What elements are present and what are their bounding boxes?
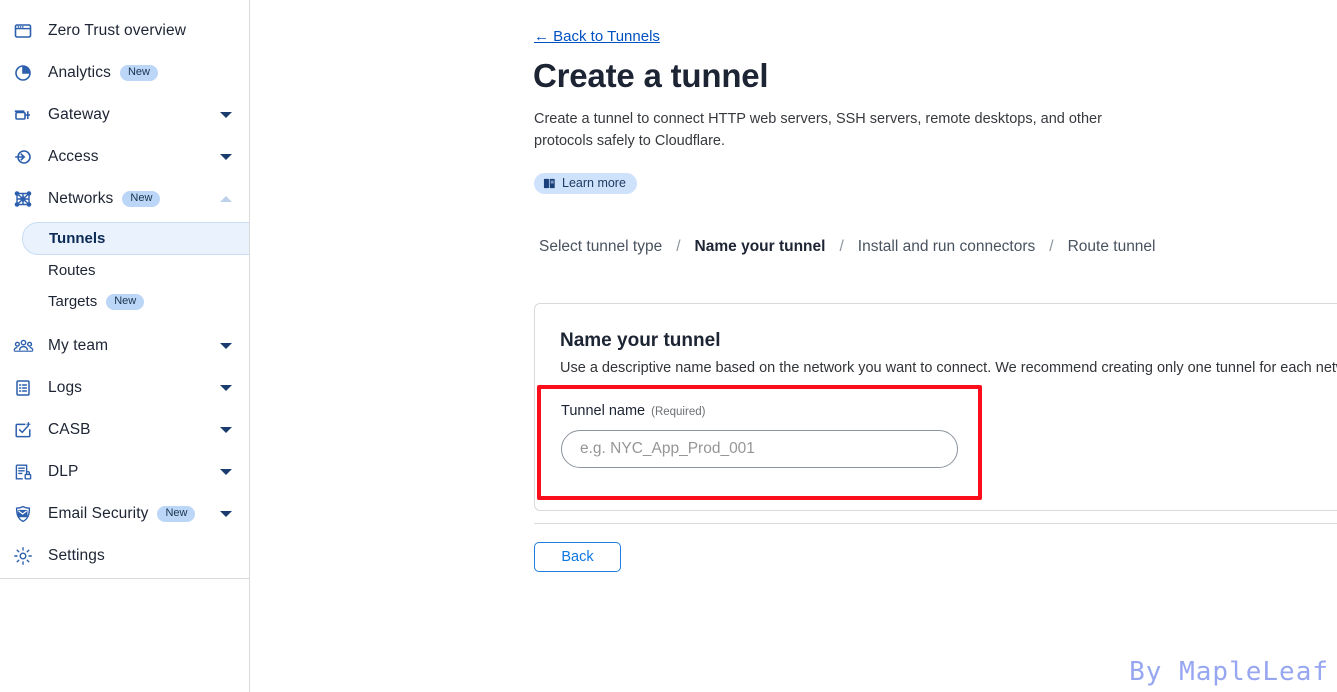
footer-divider xyxy=(534,523,1337,524)
people-group-icon xyxy=(10,335,36,357)
sidebar-item-networks[interactable]: Networks New xyxy=(0,178,249,220)
sidebar-item-tunnels[interactable]: Tunnels xyxy=(22,222,249,255)
chevron-down-icon[interactable] xyxy=(220,112,232,118)
step-separator: / xyxy=(1049,238,1054,255)
sidebar-item-label: CASB xyxy=(48,421,91,438)
step-name-your-tunnel[interactable]: Name your tunnel xyxy=(695,238,826,256)
step-select-tunnel-type[interactable]: Select tunnel type xyxy=(539,238,662,256)
sidebar-item-access[interactable]: Access xyxy=(0,136,249,178)
card-title: Name your tunnel xyxy=(560,330,721,351)
watermark: By MapleLeaf xyxy=(1129,657,1329,687)
chevron-down-icon[interactable] xyxy=(220,427,232,433)
gear-icon xyxy=(10,545,36,567)
tunnel-name-input[interactable] xyxy=(561,430,958,468)
sidebar-subitem-label: Targets xyxy=(48,293,98,310)
network-nodes-icon xyxy=(10,188,36,210)
chevron-down-icon[interactable] xyxy=(220,154,232,160)
chevron-down-icon[interactable] xyxy=(220,385,232,391)
name-your-tunnel-card: Name your tunnel Use a descriptive name … xyxy=(534,303,1337,511)
pie-chart-icon xyxy=(10,62,36,84)
sidebar-divider xyxy=(0,578,249,579)
new-badge: New xyxy=(106,293,145,310)
sidebar-item-label: Analytics xyxy=(48,64,111,81)
sidebar-subitem-label: Tunnels xyxy=(49,230,106,247)
sidebar-item-label: Zero Trust overview xyxy=(48,22,186,39)
sidebar-item-dlp[interactable]: DLP xyxy=(0,451,249,493)
sidebar-item-gateway[interactable]: Gateway xyxy=(0,94,249,136)
step-separator: / xyxy=(676,238,681,255)
window-overview-icon xyxy=(10,20,36,42)
step-route-tunnel[interactable]: Route tunnel xyxy=(1068,238,1156,256)
main-content: ← Back to Tunnels Create a tunnel Create… xyxy=(250,0,1337,692)
new-badge: New xyxy=(157,506,196,522)
sidebar-item-email-security[interactable]: Email Security New xyxy=(0,493,249,535)
sidebar-item-my-team[interactable]: My team xyxy=(0,325,249,367)
checkmark-box-icon xyxy=(10,419,36,441)
access-login-icon xyxy=(10,146,36,168)
email-shield-icon xyxy=(10,503,36,525)
chevron-down-icon[interactable] xyxy=(220,343,232,349)
chevron-down-icon[interactable] xyxy=(220,511,232,517)
page-title: Create a tunnel xyxy=(533,57,769,94)
document-lock-icon xyxy=(10,461,36,483)
sidebar-item-targets[interactable]: Targets New xyxy=(0,286,249,317)
chevron-up-icon[interactable] xyxy=(220,196,232,202)
back-button[interactable]: Back xyxy=(534,542,621,572)
card-subtitle: Use a descriptive name based on the netw… xyxy=(560,360,1337,376)
sidebar-item-casb[interactable]: CASB xyxy=(0,409,249,451)
sidebar-item-zero-trust-overview[interactable]: Zero Trust overview xyxy=(0,10,249,52)
sidebar-item-label: Logs xyxy=(48,379,83,396)
sidebar-item-label: DLP xyxy=(48,463,79,480)
chevron-down-icon[interactable] xyxy=(220,469,232,475)
page-description: Create a tunnel to connect HTTP web serv… xyxy=(534,111,1102,149)
sidebar-item-analytics[interactable]: Analytics New xyxy=(0,52,249,94)
step-separator: / xyxy=(839,238,844,255)
sidebar-item-label: Settings xyxy=(48,547,105,564)
tunnel-name-label-text: Tunnel name xyxy=(561,403,646,419)
sidebar-item-label: Gateway xyxy=(48,106,110,123)
gateway-arrow-icon xyxy=(10,104,36,126)
book-icon xyxy=(543,177,556,190)
tunnel-name-label: Tunnel name (Required) xyxy=(561,403,705,419)
sidebar-item-label: Email Security xyxy=(48,505,149,522)
sidebar-item-routes[interactable]: Routes xyxy=(0,255,249,286)
learn-more-label: Learn more xyxy=(562,176,626,190)
sidebar-subitem-label: Routes xyxy=(48,262,96,279)
wizard-steps: Select tunnel type / Name your tunnel / … xyxy=(539,238,1156,256)
sidebar: Zero Trust overview Analytics New Gatewa… xyxy=(0,0,250,692)
app-root: Zero Trust overview Analytics New Gatewa… xyxy=(0,0,1337,692)
back-to-tunnels-link[interactable]: ← Back to Tunnels xyxy=(534,28,660,45)
sidebar-inner: Zero Trust overview Analytics New Gatewa… xyxy=(0,10,249,579)
sidebar-item-label: Networks xyxy=(48,190,114,207)
networks-subnav: Tunnels Routes Targets New xyxy=(0,222,249,317)
sidebar-item-logs[interactable]: Logs xyxy=(0,367,249,409)
learn-more-button[interactable]: Learn more xyxy=(534,173,637,194)
new-badge: New xyxy=(119,65,158,81)
document-list-icon xyxy=(10,377,36,399)
step-install-and-run-connectors[interactable]: Install and run connectors xyxy=(858,238,1036,256)
required-hint: (Required) xyxy=(651,406,706,418)
new-badge: New xyxy=(122,191,161,207)
sidebar-item-label: Access xyxy=(48,148,99,165)
sidebar-item-settings[interactable]: Settings xyxy=(0,535,249,577)
sidebar-item-label: My team xyxy=(48,337,109,354)
